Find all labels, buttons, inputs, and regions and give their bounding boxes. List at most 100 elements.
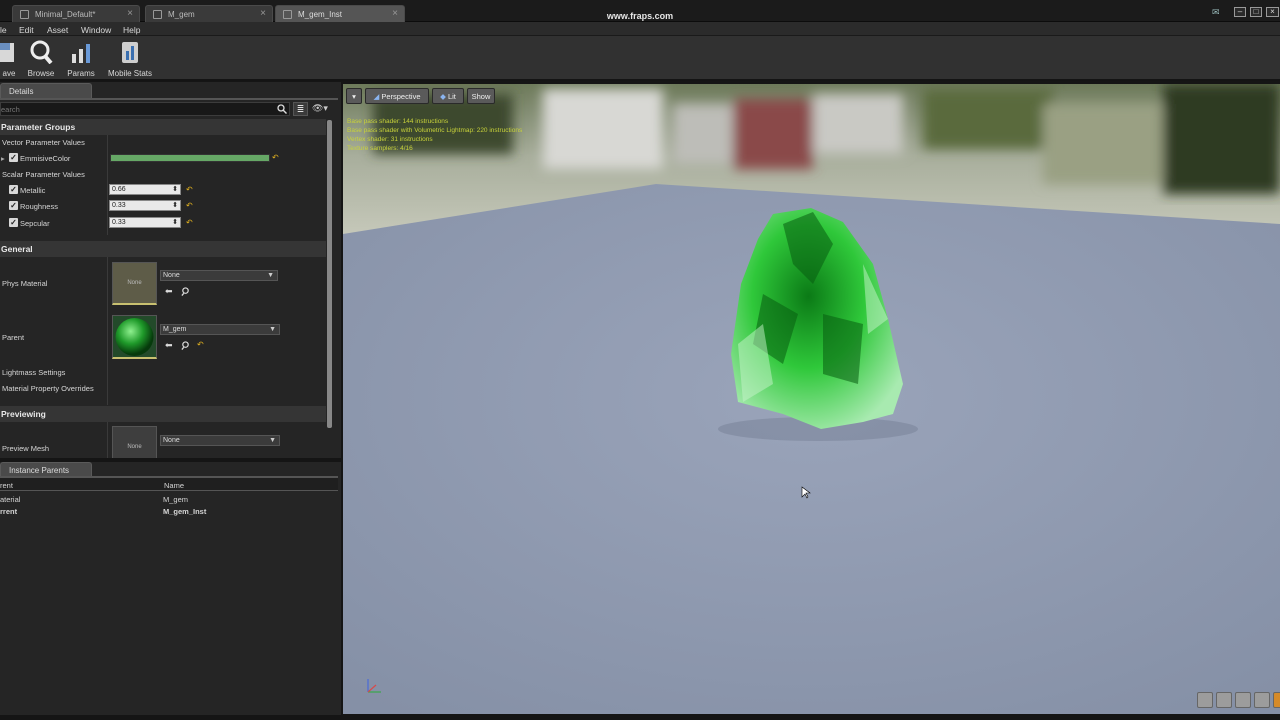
row-type: rrent bbox=[0, 507, 18, 516]
save-button[interactable]: ave bbox=[0, 38, 18, 78]
browse-button[interactable]: Browse bbox=[26, 38, 56, 78]
emissive-color-label: EmmisiveColor bbox=[20, 154, 71, 163]
preview-mesh-thumbnail[interactable]: None bbox=[112, 426, 157, 458]
expand-arrow-icon[interactable]: ▸ bbox=[1, 154, 5, 163]
preview-plane-button[interactable] bbox=[1235, 692, 1251, 708]
material-preview-viewport[interactable]: ▾ ◢ Perspective ◆ Lit Show Base pass sha… bbox=[343, 84, 1280, 714]
lit-button[interactable]: ◆ Lit bbox=[432, 88, 464, 104]
feedback-icon[interactable]: ✉ bbox=[1212, 7, 1224, 17]
fraps-watermark: www.fraps.com bbox=[606, 11, 674, 21]
menu-bar: le Edit Asset Window Help bbox=[0, 22, 1280, 36]
roughness-input[interactable]: 0.33 ⬍ bbox=[109, 200, 181, 211]
tab-m-gem[interactable]: M_gem × bbox=[145, 5, 273, 22]
spin-icon[interactable]: ⬍ bbox=[172, 218, 178, 226]
reset-to-default-icon[interactable]: ↶ bbox=[272, 153, 279, 162]
viewport-options-button[interactable]: ▾ bbox=[346, 88, 362, 104]
preview-cube-button[interactable] bbox=[1254, 692, 1270, 708]
spin-icon[interactable]: ⬍ bbox=[172, 185, 178, 193]
metallic-input[interactable]: 0.66 ⬍ bbox=[109, 184, 181, 195]
tab-instance-parents[interactable]: Instance Parents bbox=[0, 462, 92, 477]
mobile-stats-label: Mobile Stats bbox=[107, 69, 153, 78]
toolbar: ave Browse Params Mobile Stats bbox=[0, 36, 1280, 81]
tab-details[interactable]: Details bbox=[0, 83, 92, 98]
specular-checkbox[interactable]: ✓ bbox=[9, 218, 18, 227]
search-placeholder: earch bbox=[1, 105, 20, 114]
menu-file[interactable]: le bbox=[0, 25, 7, 35]
divider bbox=[0, 98, 338, 100]
preview-sphere-button[interactable] bbox=[1216, 692, 1232, 708]
lit-label: Lit bbox=[447, 92, 456, 101]
emissive-color-swatch[interactable] bbox=[110, 154, 270, 162]
parent-dropdown[interactable]: M_gem ▼ bbox=[160, 324, 280, 335]
close-window-button[interactable]: × bbox=[1266, 7, 1279, 17]
roughness-checkbox[interactable]: ✓ bbox=[9, 201, 18, 210]
column-header-parent[interactable]: rent bbox=[0, 481, 13, 490]
preview-mesh-dropdown[interactable]: None ▼ bbox=[160, 435, 280, 446]
reset-to-default-icon[interactable]: ↶ bbox=[186, 218, 193, 227]
eye-icon[interactable]: 👁▾ bbox=[312, 103, 334, 115]
maximize-button[interactable]: □ bbox=[1250, 7, 1262, 17]
reset-to-default-icon[interactable]: ↶ bbox=[186, 185, 193, 194]
menu-help[interactable]: Help bbox=[123, 25, 140, 35]
preview-cylinder-button[interactable] bbox=[1197, 692, 1213, 708]
parameter-groups-header[interactable]: Parameter Groups bbox=[0, 119, 326, 135]
shader-stat-line: Base pass shader with Volumetric Lightma… bbox=[347, 127, 523, 134]
close-icon[interactable]: × bbox=[127, 8, 133, 19]
menu-edit[interactable]: Edit bbox=[19, 25, 34, 35]
preview-mesh-thumb-wrap: None bbox=[112, 426, 157, 458]
tab-m-gem-inst[interactable]: M_gem_Inst × bbox=[275, 5, 405, 22]
use-selected-icon[interactable]: ⬅ bbox=[165, 340, 173, 351]
mobile-stats-button[interactable]: Mobile Stats bbox=[105, 38, 155, 78]
phys-material-dropdown[interactable]: None ▼ bbox=[160, 270, 278, 281]
column-splitter[interactable] bbox=[107, 135, 108, 235]
search-icon bbox=[277, 104, 287, 114]
specular-value: 0.33 bbox=[112, 219, 126, 226]
roughness-value: 0.33 bbox=[112, 202, 126, 209]
search-input[interactable]: earch bbox=[0, 102, 290, 116]
metallic-label: Metallic bbox=[20, 186, 46, 195]
table-row[interactable]: aterial M_gem bbox=[0, 494, 338, 506]
preview-mesh-button[interactable] bbox=[1273, 692, 1280, 708]
details-scrollbar[interactable] bbox=[327, 120, 332, 428]
material-property-overrides-label[interactable]: Material Property Overrides bbox=[2, 384, 94, 393]
material-icon bbox=[153, 10, 162, 19]
parent-label: Parent bbox=[2, 333, 25, 342]
tab-label: M_gem_Inst bbox=[298, 10, 343, 19]
emissive-checkbox[interactable]: ✓ bbox=[9, 153, 18, 162]
reset-to-default-icon[interactable]: ↶ bbox=[197, 340, 204, 349]
browse-asset-icon[interactable] bbox=[181, 287, 190, 296]
previewing-header[interactable]: Previewing bbox=[0, 406, 326, 422]
parent-thumbnail[interactable] bbox=[112, 315, 157, 359]
metallic-checkbox[interactable]: ✓ bbox=[9, 185, 18, 194]
column-splitter[interactable] bbox=[107, 257, 108, 405]
title-bar: Minimal_Default* × M_gem × M_gem_Inst × … bbox=[0, 0, 1280, 22]
column-splitter[interactable] bbox=[107, 422, 108, 458]
table-row[interactable]: rrent M_gem_Inst bbox=[0, 506, 338, 518]
close-icon[interactable]: × bbox=[392, 8, 398, 19]
level-icon bbox=[20, 10, 29, 19]
browse-asset-icon[interactable] bbox=[181, 341, 190, 350]
minimize-button[interactable]: – bbox=[1234, 7, 1246, 17]
use-selected-icon[interactable]: ⬅ bbox=[165, 286, 173, 297]
chevron-down-icon: ▾ bbox=[352, 92, 356, 101]
thumb-label: None bbox=[127, 280, 142, 286]
reset-to-default-icon[interactable]: ↶ bbox=[186, 201, 193, 210]
params-button[interactable]: Params bbox=[64, 38, 98, 78]
viewport-scene bbox=[343, 84, 1280, 714]
show-button[interactable]: Show bbox=[467, 88, 495, 104]
menu-asset[interactable]: Asset bbox=[47, 25, 68, 35]
view-options-icon[interactable]: ≣ bbox=[293, 102, 308, 116]
lightmass-settings-label[interactable]: Lightmass Settings bbox=[2, 368, 65, 377]
column-header-name[interactable]: Name bbox=[164, 481, 184, 490]
vector-parameter-values-label: Vector Parameter Values bbox=[2, 138, 85, 147]
spin-icon[interactable]: ⬍ bbox=[172, 201, 178, 209]
menu-window[interactable]: Window bbox=[81, 25, 111, 35]
close-icon[interactable]: × bbox=[260, 8, 266, 19]
perspective-button[interactable]: ◢ Perspective bbox=[365, 88, 429, 104]
specular-input[interactable]: 0.33 ⬍ bbox=[109, 217, 181, 228]
phys-material-thumbnail[interactable]: None bbox=[112, 262, 157, 305]
chevron-down-icon: ▼ bbox=[269, 437, 276, 444]
browse-label: Browse bbox=[27, 69, 55, 78]
general-header[interactable]: General bbox=[0, 241, 326, 257]
tab-minimal-default[interactable]: Minimal_Default* × bbox=[12, 5, 140, 22]
